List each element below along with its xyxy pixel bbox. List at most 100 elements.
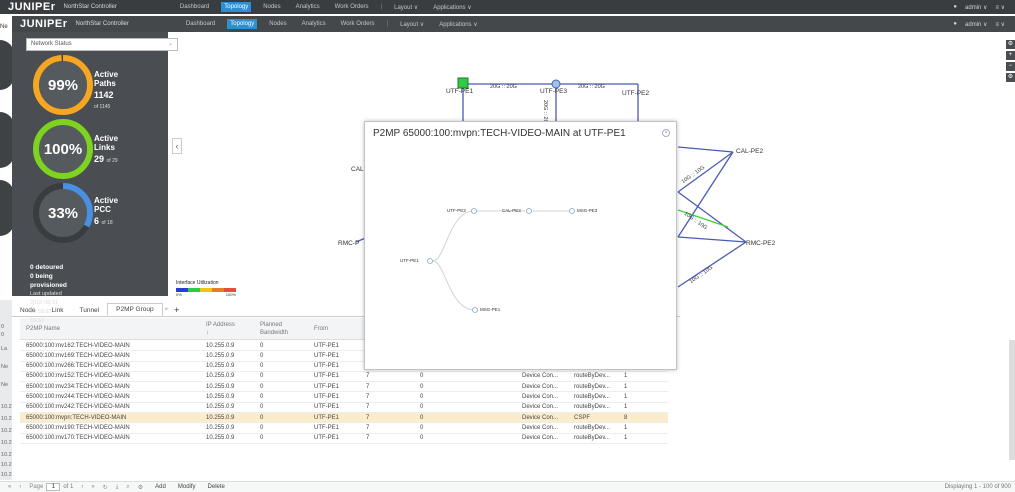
tree-branch [432,210,474,262]
table-cell: 65000:100:mvpn:TECH-VIDEO-MAIN [26,414,127,421]
table-cell: UTF-PE1 [314,373,340,380]
nav-dashboard-back[interactable]: Dashboard [177,2,212,12]
add-button[interactable]: Add [155,484,166,490]
previous-page-icon[interactable]: ‹ [19,484,21,490]
table-cell: 10.255.0.9 [206,363,235,370]
refresh-icon[interactable]: ↻ [103,484,108,491]
stat-title: Active PCC [94,196,119,214]
applications-menu-back[interactable]: Applications ∨ [430,2,474,13]
table-row[interactable]: 65000:100:mv234:TECH-VIDEO-MAIN 10.255.0.… [20,382,668,393]
search-icon[interactable]: ⌕ [126,484,129,491]
active-links-gauge: 100% [32,118,94,180]
table-row[interactable]: 65000:100:mv244:TECH-VIDEO-MAIN 10.255.0.… [20,392,668,403]
table-cell: 65000:100:mv266:TECH-VIDEO-MAIN [26,363,130,370]
table-cell: 65000:100:mv162:TECH-VIDEO-MAIN [26,342,130,349]
topology-link[interactable] [677,151,734,193]
gutter-text: 10.2 [1,440,12,446]
router-node-icon[interactable] [551,79,561,89]
layout-menu[interactable]: Layout ∨ [397,19,427,30]
topology-link[interactable] [677,146,734,153]
table-row[interactable]: 65000:100:mv190:TECH-VIDEO-MAIN 10.255.0.… [20,423,668,434]
gutter-text: 0 [1,324,5,330]
tree-node-icon[interactable] [471,208,477,214]
table-cell: Device Con... [522,424,559,431]
hamburger-icon-back[interactable]: ≡ ∨ [995,4,1005,11]
hamburger-menu-icon[interactable]: ≡ ∨ [995,21,1005,28]
column-header-from[interactable]: From [314,325,328,333]
table-cell: 65000:100:mv244:TECH-VIDEO-MAIN [26,393,130,400]
column-header-ip-address[interactable]: IP Address ↓ [206,321,238,337]
tree-node-icon[interactable] [526,208,532,214]
table-cell: 7 [366,383,370,390]
table-cell: 65000:100:mv170:TECH-VIDEO-MAIN [26,435,130,442]
table-cell: 7 [366,404,370,411]
table-cell: CSPF [574,414,591,421]
table-cell: 65000:100:mv190:TECH-VIDEO-MAIN [26,424,130,431]
gauge-percentage: 100% [43,140,83,158]
network-status-select[interactable]: Network Status ⌄ [26,38,178,51]
background-window-gutter: 0 0 La Ne Ne 10.2 10.2 10.2 10.2 10.2 10… [0,300,12,480]
table-cell: UTF-PE1 [314,424,340,431]
nav-topology-back[interactable]: Topology [221,2,252,12]
gear-icon[interactable]: ⚙ [138,484,143,491]
gutter-text: La [1,346,8,352]
table-cell: 1 [624,424,628,431]
page-label: Page [29,484,44,490]
tab-p2mp-group[interactable]: P2MP Group [107,303,163,316]
active-paths-gauge: 99% [32,54,94,116]
table-row[interactable]: 65000:100:mv242:TECH-VIDEO-MAIN 10.255.0.… [20,403,668,414]
close-tab-icon[interactable]: × [165,307,169,316]
tree-node-icon[interactable] [427,258,433,264]
table-cell: routeByDev... [574,404,610,411]
nav-topology[interactable]: Topology [227,19,258,29]
download-icon[interactable]: ⤓ [116,484,119,491]
page-number-input[interactable]: 1 [46,483,61,491]
active-pcc-gauge: 33% [32,182,94,244]
vertical-scrollbar[interactable] [1009,340,1015,460]
tree-node-icon[interactable] [569,208,575,214]
nav-analytics[interactable]: Analytics [299,19,329,29]
nav-dashboard[interactable]: Dashboard [183,19,218,29]
user-menu[interactable]: admin ∨ [965,21,987,28]
layout-menu-back[interactable]: Layout ∨ [391,2,421,13]
table-cell: 0 [420,435,424,442]
column-header-planned-bandwidth[interactable]: Planned Bandwidth [260,321,296,337]
topbar: JUNIPEr NorthStar Controller Dashboard T… [12,16,1015,32]
table-cell: 7 [366,393,370,400]
column-header-p2mp-name[interactable]: P2MP Name [26,325,60,333]
table-cell: Device Con... [522,435,559,442]
nav-work-orders-back[interactable]: Work Orders [332,2,372,12]
next-page-icon[interactable]: › [81,484,83,490]
gutter-text: 10.2 [1,472,12,478]
user-menu-back[interactable]: admin ∨ [965,4,987,11]
link-capacity-label: 20G :: 20G [578,84,605,90]
nav-analytics-back[interactable]: Analytics [293,2,323,12]
first-page-icon[interactable]: « [8,484,11,490]
tree-node-icon[interactable] [472,307,478,313]
table-cell: 10.255.0.9 [206,414,235,421]
table-row[interactable]: 65000:100:mvpn:TECH-VIDEO-MAIN 10.255.0.9… [20,413,668,424]
table-cell: 0 [260,435,264,442]
stat-title: Active Paths [94,70,119,88]
applications-menu[interactable]: Applications ∨ [436,19,480,30]
nav-nodes[interactable]: Nodes [266,19,289,29]
table-cell: routeByDev... [574,393,610,400]
table-row[interactable]: 65000:100:mv170:TECH-VIDEO-MAIN 10.255.0.… [20,434,668,444]
delete-button[interactable]: Delete [208,484,225,490]
tab-tunnel[interactable]: Tunnel [71,305,107,316]
gutter-text: 10.2 [1,462,12,468]
nav-work-orders[interactable]: Work Orders [338,19,378,29]
provisioned-count: 0 being provisioned [30,273,67,289]
last-page-icon[interactable]: » [91,484,94,490]
topology-link[interactable] [677,236,747,243]
table-cell: 0 [260,342,264,349]
table-row[interactable]: 65000:100:mv152:TECH-VIDEO-MAIN 10.255.0.… [20,372,668,383]
nav-nodes-back[interactable]: Nodes [260,2,283,12]
router-node-icon[interactable] [457,77,469,89]
node-label-rmc-p: RMC-P [338,240,360,247]
node-label-utf-pe1: UTF-PE1 [446,88,474,95]
table-cell: UTF-PE1 [314,393,340,400]
modify-button[interactable]: Modify [178,484,196,490]
add-tab-icon[interactable]: + [174,305,179,316]
table-cell: Device Con... [522,393,559,400]
